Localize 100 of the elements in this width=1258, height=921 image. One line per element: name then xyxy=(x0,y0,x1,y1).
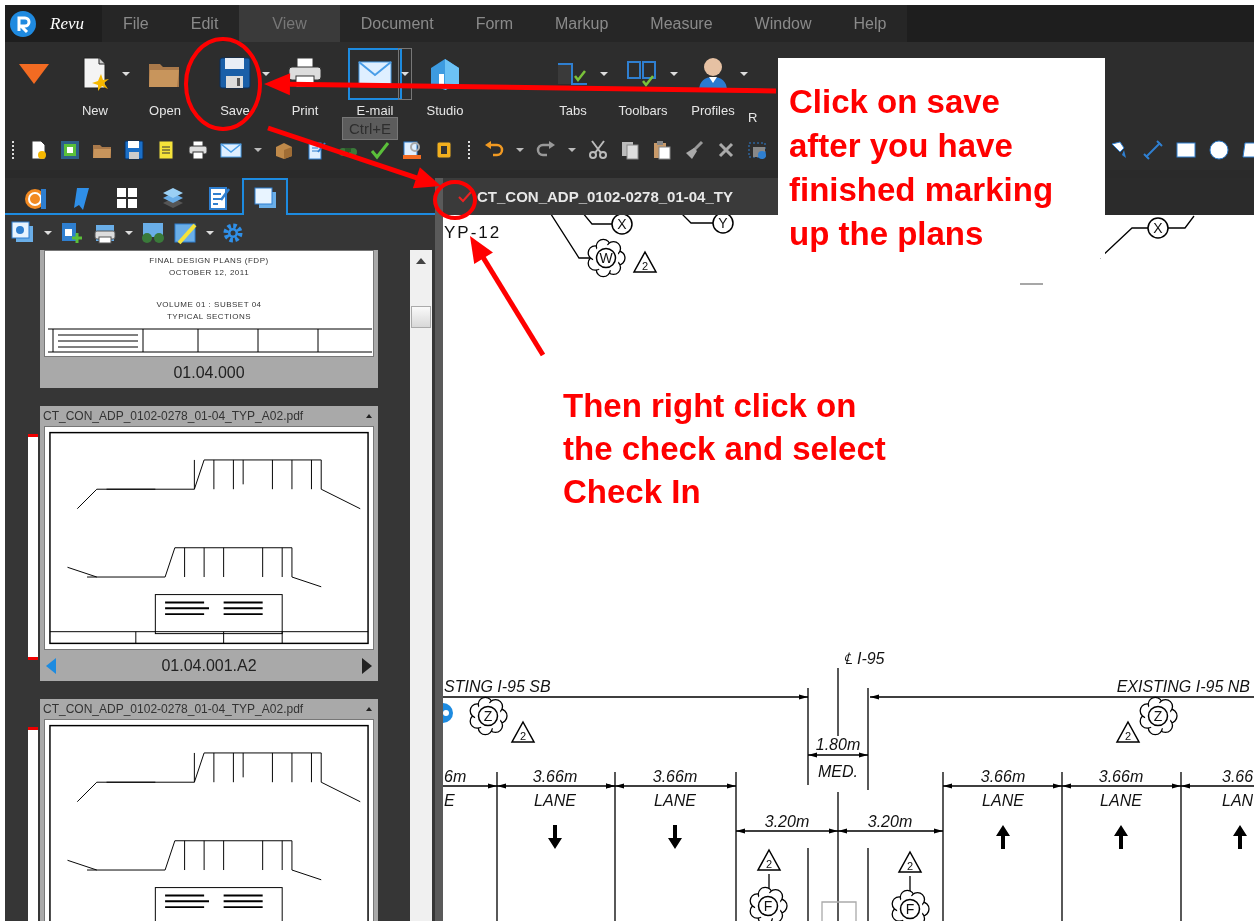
menu-item[interactable]: Help xyxy=(832,5,908,42)
scissors-icon[interactable] xyxy=(588,140,608,160)
menu-item[interactable]: Markup xyxy=(534,5,630,42)
camera-icon[interactable] xyxy=(748,140,768,160)
scrollbar[interactable] xyxy=(410,250,432,921)
drawing-label: 3.66m xyxy=(532,768,578,785)
drawing-label: STING I-95 SB xyxy=(444,678,551,695)
caret-icon[interactable] xyxy=(600,71,608,77)
scroll-icon[interactable] xyxy=(434,140,454,160)
caret-icon[interactable] xyxy=(122,71,130,77)
triangle-tag: 2 xyxy=(897,850,923,873)
app-name: Revu xyxy=(50,13,84,34)
copy-icon[interactable] xyxy=(620,140,640,160)
scrollbar-thumb[interactable] xyxy=(411,306,431,328)
next-page-icon[interactable] xyxy=(362,657,372,674)
drawing-label: LANE xyxy=(982,792,1024,809)
lane-arrow xyxy=(996,825,1010,849)
document-title: CT_CON_ADP_0102-0278_01-04_TY xyxy=(477,188,733,205)
toolbar-grip-icon[interactable] xyxy=(10,140,16,160)
caret-icon[interactable] xyxy=(206,229,214,236)
grid-icon xyxy=(115,185,139,210)
ribbon-button[interactable]: Open xyxy=(138,47,192,125)
check-mark-icon[interactable] xyxy=(458,190,472,203)
drawing-label: E xyxy=(444,792,455,809)
scroll-up-icon[interactable] xyxy=(416,258,426,264)
menu-item[interactable]: Measure xyxy=(629,5,734,42)
cloud-tag: Z xyxy=(469,696,508,736)
caret-icon[interactable] xyxy=(516,147,524,153)
lane-arrow xyxy=(548,825,562,849)
notepad-icon[interactable] xyxy=(156,140,176,160)
panel-tab[interactable] xyxy=(242,178,288,215)
drawing-label: 1.80m xyxy=(815,736,861,753)
marker-handle[interactable] xyxy=(443,703,453,723)
drawing-label: ℄ I-95 xyxy=(843,650,885,667)
caret-icon[interactable] xyxy=(740,71,748,77)
dimension-icon[interactable] xyxy=(1143,140,1163,160)
page-thumbnail[interactable]: FINAL DESIGN PLANS (FDP) OCTOBER 12, 2011 VOLUME 01 : SUBSET 04 TYPICAL SECTIONS xyxy=(44,250,374,357)
triangle-tag: 2 xyxy=(1115,720,1141,743)
menu-item[interactable]: Document xyxy=(339,5,455,42)
binoculars-icon[interactable] xyxy=(140,220,166,245)
page-label: 01.04.000 xyxy=(173,363,245,382)
ribbon-button[interactable]: Print xyxy=(278,47,332,125)
file-name: CT_CON_ADP_0102-0278_01-04_TYP_A02.pdf xyxy=(43,409,304,423)
check-mark-icon[interactable] xyxy=(370,140,390,160)
document-edit-icon[interactable] xyxy=(306,140,326,160)
rectangle-icon[interactable] xyxy=(1176,140,1196,160)
layers-icon xyxy=(161,185,185,210)
drawing-label: 3.66m xyxy=(1098,768,1144,785)
brush-icon[interactable] xyxy=(684,140,704,160)
page-edit-icon[interactable] xyxy=(173,220,199,245)
scan-document-icon[interactable] xyxy=(402,140,422,160)
ribbon-button[interactable]: New xyxy=(68,47,122,125)
lane-arrow xyxy=(1114,825,1128,849)
menu-item[interactable]: Form xyxy=(454,5,534,42)
envelope-icon[interactable] xyxy=(220,140,242,160)
circle-tag: X xyxy=(1147,217,1169,239)
caret-icon[interactable] xyxy=(401,71,409,77)
document-tab[interactable]: CT_CON_ADP_0102-0278_01-04_TY xyxy=(443,178,778,215)
drawing-label: LANE xyxy=(534,792,576,809)
collapse-icon[interactable] xyxy=(366,414,372,418)
ribbon-button[interactable]: Save xyxy=(208,47,262,125)
menu-item[interactable]: Edit xyxy=(169,5,240,42)
ribbon-button[interactable]: Profiles xyxy=(686,47,740,125)
page-text: OCTOBER 12, 2011 xyxy=(168,267,250,279)
printer-icon[interactable] xyxy=(188,140,208,160)
ribbon-button[interactable]: Tabs xyxy=(546,47,600,125)
drawing-label: LANE xyxy=(654,792,696,809)
instruction-text: Then right click on the check and select Check In xyxy=(563,387,886,510)
delete-icon[interactable] xyxy=(716,140,736,160)
toolbar-grip-icon[interactable] xyxy=(466,140,472,160)
triangle-tag: 2 xyxy=(756,848,782,871)
ribbon-button[interactable]: R xyxy=(748,47,758,125)
cloud-tag: F xyxy=(749,886,788,921)
menu-item[interactable]: File xyxy=(102,5,170,42)
ribbon-button[interactable]: Studio xyxy=(418,47,472,125)
page-text: VOLUME 01 : SUBSET 04 xyxy=(156,299,262,311)
circle-tag: X xyxy=(611,215,633,235)
caret-icon[interactable] xyxy=(262,71,270,77)
drawing-label: EXISTING I-95 NB xyxy=(1116,678,1250,695)
add-page-icon[interactable] xyxy=(59,220,85,245)
page-text: TYPICAL SECTIONS xyxy=(166,311,252,323)
dropdown-triangle-icon[interactable] xyxy=(19,64,49,84)
drawing-label: 3.66 xyxy=(1222,768,1254,785)
paste-icon[interactable] xyxy=(652,140,672,160)
ribbon-button[interactable]: Toolbars xyxy=(616,47,670,125)
collapse-icon[interactable] xyxy=(366,707,372,711)
caret-icon[interactable] xyxy=(568,147,576,153)
caret-icon[interactable] xyxy=(670,71,678,77)
caret-icon[interactable] xyxy=(125,229,133,236)
file-name: CT_CON_ADP_0102-0278_01-04_TYP_A02.pdf xyxy=(43,702,304,716)
pages-icon xyxy=(253,185,277,210)
square-frame-icon[interactable] xyxy=(60,140,80,160)
cardboard-box-icon[interactable] xyxy=(274,140,294,160)
caret-icon[interactable] xyxy=(254,147,262,153)
caret-icon[interactable] xyxy=(44,229,52,236)
dropdown-button[interactable] xyxy=(398,48,412,100)
circle-icon[interactable] xyxy=(1209,140,1229,160)
menu-item[interactable]: Window xyxy=(733,5,833,42)
lane-arrow xyxy=(1233,825,1247,849)
app-logo-icon xyxy=(10,10,36,37)
